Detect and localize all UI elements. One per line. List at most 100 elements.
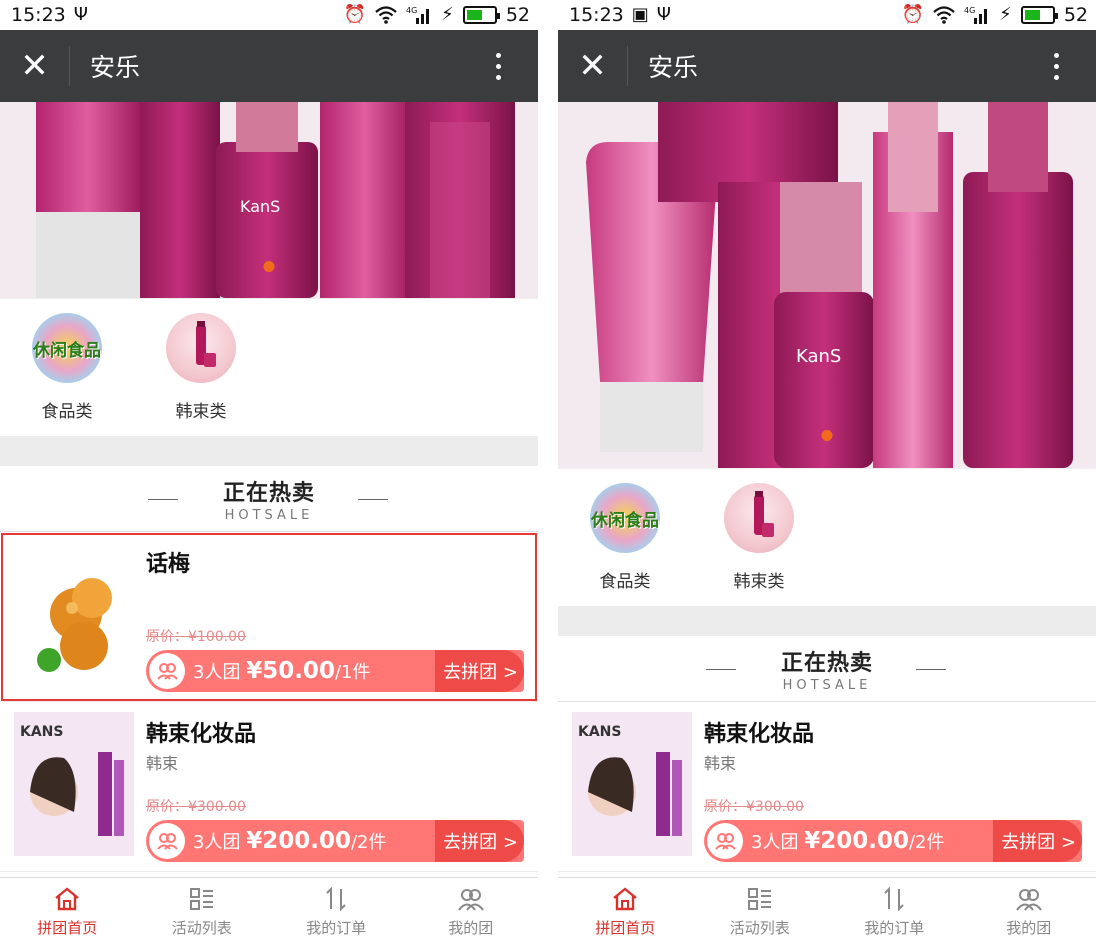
product-name: 韩束化妆品 (146, 722, 257, 747)
nav-item-activities[interactable]: 活动列表 (693, 878, 828, 945)
join-group-button[interactable]: 去拼团 > (435, 650, 524, 692)
banner-brand: KanS (796, 346, 841, 367)
category-food-image: 休闲食品 (590, 483, 660, 553)
price-unit: /2件 (350, 832, 387, 853)
group-icon (707, 823, 743, 859)
group-icon (149, 823, 185, 859)
status-bar: 15:23 ▣ Ψ ⏰ 4G ⚡ 52 (558, 0, 1096, 30)
product-card-hanshu[interactable]: KANS 韩束化妆品 韩束 原价：¥300.00 3人团 ¥200.00/2件 … (0, 702, 538, 872)
nav-label: 我的订单 (864, 919, 925, 937)
more-menu-button[interactable] (458, 52, 538, 80)
bottom-nav: 拼团首页 活动列表 我的订单 我的团 (558, 877, 1096, 945)
close-button[interactable]: ✕ (558, 46, 628, 86)
group-size: 3人团 (193, 832, 247, 853)
nav-label: 我的订单 (306, 919, 367, 937)
home-icon (611, 885, 639, 913)
image-icon: ▣ (631, 4, 649, 25)
product-image: KANS (14, 712, 134, 856)
battery-level: 52 (505, 4, 530, 26)
group-price: ¥200.00 (246, 828, 351, 854)
category-food-image: 休闲食品 (32, 313, 102, 383)
home-icon (53, 885, 81, 913)
nav-item-orders[interactable]: 我的订单 (269, 878, 404, 945)
nav-label: 我的团 (448, 919, 494, 937)
original-price: 原价：¥100.00 (146, 629, 246, 645)
category-hanshu-image (166, 313, 236, 383)
product-image: KANS (572, 712, 692, 856)
nav-label: 活动列表 (171, 919, 232, 937)
group-price: ¥50.00 (246, 658, 335, 684)
section-divider (558, 606, 1096, 636)
signal-label: 4G (964, 6, 975, 15)
status-time: 15:23 (11, 4, 66, 26)
close-icon: ✕ (20, 46, 49, 86)
category-item-hanshu[interactable]: 韩束类 (692, 483, 826, 606)
product-name: 韩束化妆品 (704, 722, 815, 747)
sort-icon (323, 885, 349, 913)
hotsale-header: 正在热卖 HOTSALE (558, 636, 1096, 702)
product-name: 话梅 (146, 552, 191, 577)
price-unit: /1件 (334, 662, 371, 683)
page-title: 安乐 (648, 53, 699, 82)
nav-item-my-group[interactable]: 我的团 (962, 878, 1096, 945)
category-item-food[interactable]: 休闲食品 食品类 (558, 483, 692, 606)
battery-level: 52 (1063, 4, 1088, 26)
group-buy-bar: 3人团 ¥200.00/2件 去拼团 > (146, 820, 524, 862)
page-title: 安乐 (90, 53, 141, 82)
join-group-button[interactable]: 去拼团 > (993, 820, 1082, 862)
charging-icon: ⚡ (999, 4, 1012, 25)
product-image-brand: KANS (578, 724, 621, 740)
nav-label: 我的团 (1006, 919, 1052, 937)
nav-item-orders[interactable]: 我的订单 (827, 878, 962, 945)
status-time: 15:23 (569, 4, 624, 26)
product-card-hanshu[interactable]: KANS 韩束化妆品 韩束 原价：¥300.00 3人团 ¥200.00/2件 … (558, 702, 1096, 872)
hotsale-header: 正在热卖 HOTSALE (0, 466, 538, 532)
nav-label: 拼团首页 (595, 919, 656, 937)
nav-item-activities[interactable]: 活动列表 (135, 878, 270, 945)
group-buy-bar: 3人团 ¥200.00/2件 去拼团 > (704, 820, 1082, 862)
wifi-icon (933, 6, 955, 24)
product-image-brand: KANS (20, 724, 63, 740)
category-item-hanshu[interactable]: 韩束类 (134, 313, 268, 436)
section-title: 正在热卖 (222, 480, 315, 506)
phone-screen-right: 15:23 ▣ Ψ ⏰ 4G ⚡ 52 ✕ 安乐 KanS 休闲食品 食品类 韩… (558, 0, 1096, 945)
group-icon (1015, 885, 1043, 913)
close-button[interactable]: ✕ (0, 46, 70, 86)
category-label: 韩束类 (175, 402, 227, 422)
nav-item-home[interactable]: 拼团首页 (0, 878, 135, 945)
category-item-food[interactable]: 休闲食品 食品类 (0, 313, 134, 436)
section-divider (0, 436, 538, 466)
category-list: 休闲食品 食品类 韩束类 (0, 298, 538, 436)
original-price: 原价：¥300.00 (704, 799, 804, 815)
more-menu-button[interactable] (1016, 52, 1096, 80)
phone-screen-left: 15:23 Ψ ⏰ 4G ⚡ 52 ✕ 安乐 KanS 休闲食品 食品类 韩束类… (0, 0, 538, 945)
nav-item-my-group[interactable]: 我的团 (404, 878, 539, 945)
product-brand: 韩束 (146, 754, 179, 773)
carousel-indicator (821, 430, 833, 441)
group-size: 3人团 (193, 662, 247, 683)
nav-item-home[interactable]: 拼团首页 (558, 878, 693, 945)
cell-signal-icon: 4G (964, 6, 988, 24)
group-size: 3人团 (751, 832, 805, 853)
category-hanshu-image (724, 483, 794, 553)
banner-image: KanS (558, 102, 1096, 468)
close-icon: ✕ (578, 46, 607, 86)
banner-carousel[interactable]: KanS (0, 102, 538, 298)
section-subtitle: HOTSALE (224, 507, 314, 523)
join-group-button[interactable]: 去拼团 > (435, 820, 524, 862)
title-bar: ✕ 安乐 (558, 30, 1096, 102)
status-bar: 15:23 Ψ ⏰ 4G ⚡ 52 (0, 0, 538, 30)
group-buy-bar: 3人团 ¥50.00/1件 去拼团 > (146, 650, 524, 692)
alarm-icon: ⏰ (901, 4, 925, 25)
section-title: 正在热卖 (780, 650, 873, 676)
charging-icon: ⚡ (441, 4, 454, 25)
category-list: 休闲食品 食品类 韩束类 (558, 468, 1096, 606)
banner-carousel[interactable]: KanS (558, 102, 1096, 468)
nav-label: 拼团首页 (37, 919, 98, 937)
sort-icon (881, 885, 907, 913)
product-card-huamei[interactable]: 话梅 原价：¥100.00 3人团 ¥50.00/1件 去拼团 > (0, 532, 538, 702)
section-subtitle: HOTSALE (782, 677, 872, 693)
usb-icon: Ψ (73, 4, 88, 25)
product-image (14, 542, 134, 686)
category-label: 食品类 (41, 402, 93, 422)
